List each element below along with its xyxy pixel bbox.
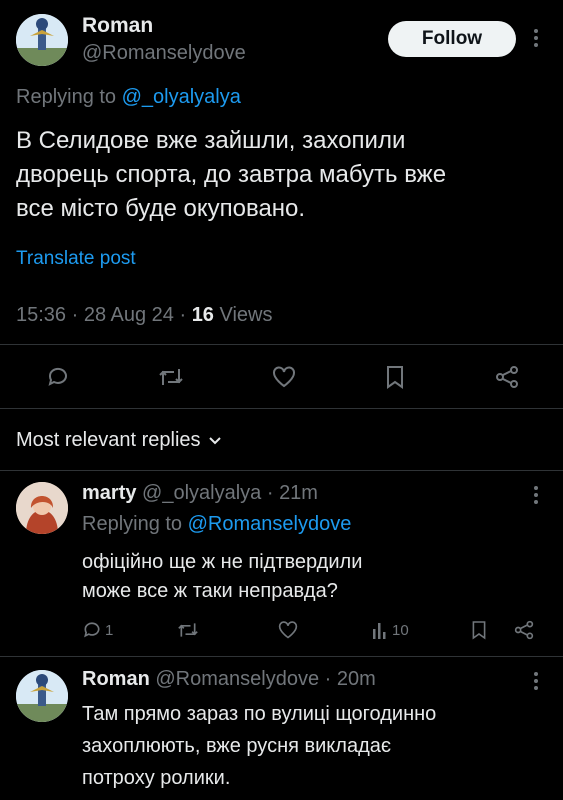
author-name[interactable]: Roman <box>82 14 153 38</box>
reply-action-reply[interactable]: 1 <box>82 620 113 640</box>
reply-count: 1 <box>105 621 114 639</box>
reply-header: marty @_olyalyalya · 21m <box>82 482 318 505</box>
translate-post-link[interactable]: Translate post <box>16 248 136 270</box>
reply-icon <box>82 620 102 640</box>
reply-text-line: може все ж таки неправда? <box>82 580 338 602</box>
reply-text: Там прямо зараз по вулиці щогодинно захо… <box>82 698 436 794</box>
replying-handle-link[interactable]: @Romanselydove <box>188 513 352 535</box>
reply-icon[interactable] <box>46 365 70 389</box>
author-handle[interactable]: @Romanselydove <box>82 42 246 65</box>
replies-filter[interactable]: Most relevant replies <box>16 429 221 452</box>
reply-handle-time[interactable]: @_olyalyalya · 21m <box>136 482 318 504</box>
divider <box>0 656 563 657</box>
more-options-icon[interactable] <box>531 27 541 49</box>
replying-prefix: Replying to <box>82 513 188 535</box>
reply-text-line: офіційно ще ж не підтвердили <box>82 551 363 573</box>
reply-author-name[interactable]: Roman <box>82 668 150 690</box>
share-icon[interactable] <box>494 365 520 389</box>
views-icon <box>372 621 388 639</box>
replying-handle-link[interactable]: @_olyalyalya <box>122 86 241 108</box>
repost-icon[interactable] <box>177 620 199 640</box>
divider <box>0 344 563 345</box>
chevron-down-icon <box>208 436 221 445</box>
post-text-line: В Селидове вже зайшли, захопили <box>16 127 406 154</box>
reply-text-line: Там прямо зараз по вулиці щогодинно <box>82 703 437 725</box>
more-options-icon[interactable] <box>531 484 541 506</box>
replying-to: Replying to @Romanselydove <box>82 513 351 536</box>
reply-header: Roman @Romanselydove · 20m <box>82 668 376 691</box>
post-text: В Селидове вже зайшли, захопили дворець … <box>16 124 446 226</box>
follow-button[interactable]: Follow <box>388 21 516 57</box>
replying-prefix: Replying to <box>16 86 122 108</box>
views-count: 16 <box>191 304 214 326</box>
avatar[interactable] <box>16 670 68 722</box>
share-icon[interactable] <box>513 620 535 640</box>
reply-handle-time[interactable]: @Romanselydove · 20m <box>150 668 375 690</box>
post-text-line: все місто буде окуповано. <box>16 195 306 222</box>
replies-filter-label: Most relevant replies <box>16 429 201 451</box>
reply-text-line: захоплюють, вже русня викладає <box>82 735 392 757</box>
repost-icon[interactable] <box>158 365 184 389</box>
like-icon[interactable] <box>277 620 299 640</box>
divider <box>0 470 563 471</box>
reply-text: офіційно ще ж не підтвердили може все ж … <box>82 548 362 606</box>
replying-to: Replying to @_olyalyalya <box>16 86 241 109</box>
avatar[interactable] <box>16 14 68 66</box>
reply-action-views[interactable]: 10 <box>372 621 409 639</box>
reply-author-name[interactable]: marty <box>82 482 136 504</box>
more-options-icon[interactable] <box>531 670 541 692</box>
reply-text-line: потроху ролики. <box>82 767 231 789</box>
post-time[interactable]: 15:36 · 28 Aug 24 · <box>16 304 192 326</box>
bookmark-icon[interactable] <box>471 620 487 640</box>
reply-views-count: 10 <box>392 621 409 639</box>
avatar[interactable] <box>16 482 68 534</box>
bookmark-icon[interactable] <box>385 365 405 389</box>
divider <box>0 408 563 409</box>
post-text-line: дворець спорта, до завтра мабуть вже <box>16 161 447 188</box>
views-label: Views <box>213 304 273 326</box>
post-meta: 15:36 · 28 Aug 24 · 16 Views <box>16 304 272 327</box>
like-icon[interactable] <box>271 365 297 389</box>
